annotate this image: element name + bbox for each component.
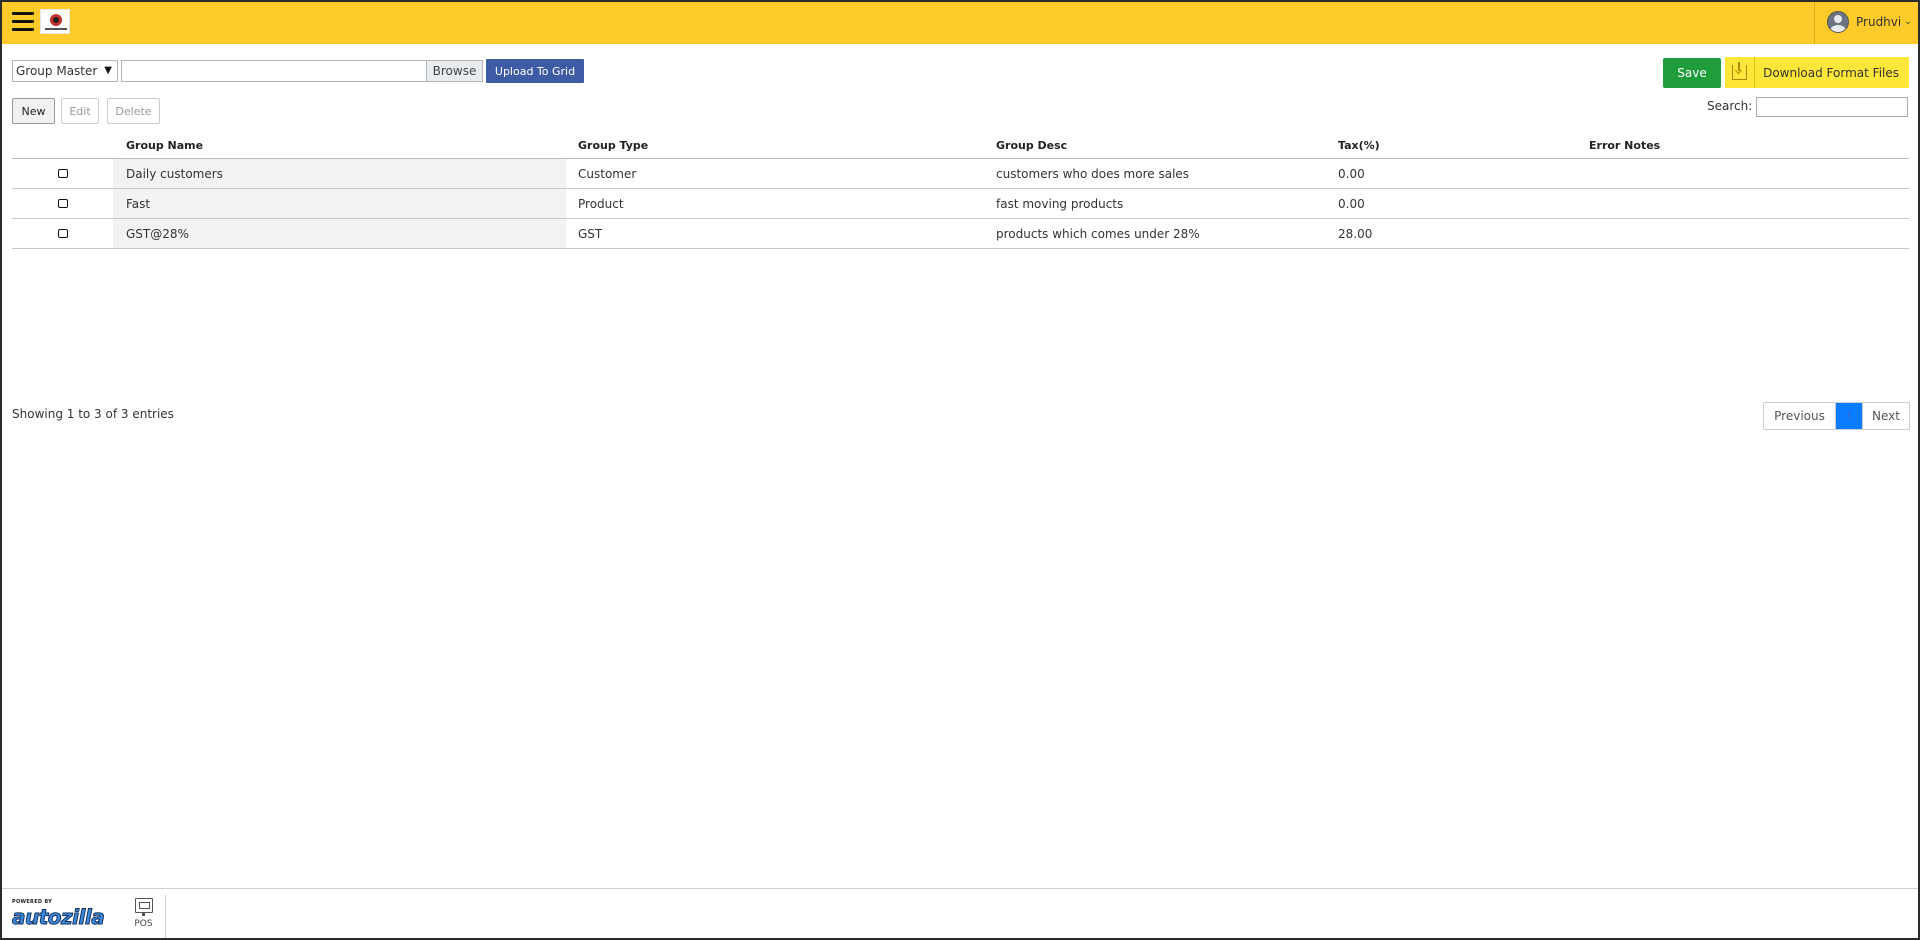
group-select-value: Group Master [16, 64, 98, 78]
file-path-input[interactable] [121, 60, 427, 82]
pagination-next[interactable]: Next [1862, 403, 1909, 429]
avatar [1827, 11, 1849, 33]
cell-group-type: GST [578, 226, 603, 241]
cell-group-type: Customer [578, 166, 637, 181]
row-checkbox-cell [12, 159, 113, 188]
new-button[interactable]: New [12, 98, 55, 124]
cell-group-desc: customers who does more sales [996, 166, 1190, 181]
download-icon [1732, 62, 1747, 80]
top-header: Prudhvi ⌄ [0, 0, 1920, 44]
row-checkbox-cell [12, 189, 113, 218]
pos-app-link[interactable]: POS [122, 895, 166, 939]
table-header-row: Group Name Group Type Group Desc Tax(%) … [12, 132, 1909, 159]
table-row[interactable]: Fast Product fast moving products 0.00 [12, 189, 1909, 219]
row-checkbox[interactable] [57, 229, 68, 238]
table-row[interactable]: GST@28% GST products which comes under 2… [12, 219, 1909, 249]
search-label: Search: [1707, 99, 1753, 113]
cell-group-name: GST@28% [113, 219, 566, 248]
powered-by-logo: POWERED BY autozilla [11, 899, 105, 933]
upload-to-grid-button[interactable]: Upload To Grid [486, 59, 584, 83]
delete-button[interactable]: Delete [107, 98, 160, 124]
cell-group-name: Fast [113, 189, 566, 218]
cell-error-notes [1577, 189, 1909, 218]
brand-wordmark: autozilla [11, 905, 105, 930]
download-format-files-button[interactable]: Download Format Files [1725, 57, 1909, 88]
footer-bar: POWERED BY autozilla POS [0, 888, 1920, 940]
pagination-page-1[interactable]: 1 [1836, 403, 1862, 429]
table-row[interactable]: Daily customers Customer customers who d… [12, 159, 1909, 189]
cell-error-notes [1577, 219, 1909, 248]
save-button[interactable]: Save [1663, 58, 1721, 88]
group-master-select[interactable]: Group Master ▼ [12, 60, 118, 82]
pos-icon [134, 898, 153, 916]
row-checkbox[interactable] [57, 169, 68, 178]
column-header-tax[interactable]: Tax(%) [1326, 132, 1577, 158]
user-menu[interactable]: Prudhvi ⌄ [1814, 0, 1920, 44]
entries-info: Showing 1 to 3 of 3 entries [12, 407, 174, 421]
cell-tax: 0.00 [1338, 166, 1365, 181]
column-header-error-notes[interactable]: Error Notes [1577, 132, 1909, 158]
chevron-down-icon: ⌄ [1904, 17, 1912, 27]
cell-group-desc: fast moving products [996, 196, 1124, 211]
cell-group-desc: products which comes under 28% [996, 226, 1200, 241]
search-input[interactable] [1756, 97, 1908, 117]
pagination-previous[interactable]: Previous [1764, 403, 1836, 429]
row-checkbox[interactable] [57, 199, 68, 208]
edit-button[interactable]: Edit [61, 98, 99, 124]
chevron-down-icon: ▼ [104, 65, 112, 76]
cell-tax: 28.00 [1338, 226, 1373, 241]
cell-group-name: Daily customers [113, 159, 566, 188]
column-header-group-desc[interactable]: Group Desc [984, 132, 1326, 158]
column-header-group-name[interactable]: Group Name [113, 132, 566, 158]
company-logo[interactable] [40, 9, 70, 34]
pos-label: POS [134, 919, 153, 929]
pagination: Previous 1 Next [1763, 402, 1910, 430]
cell-group-type: Product [578, 196, 624, 211]
user-name: Prudhvi [1856, 15, 1902, 29]
cell-tax: 0.00 [1338, 196, 1365, 211]
cell-error-notes [1577, 159, 1909, 188]
download-icon-container [1725, 57, 1755, 88]
browse-button[interactable]: Browse [427, 60, 483, 82]
hamburger-menu-icon[interactable] [12, 12, 34, 32]
download-label: Download Format Files [1763, 65, 1899, 80]
row-checkbox-cell [12, 219, 113, 248]
group-table: Group Name Group Type Group Desc Tax(%) … [12, 132, 1909, 249]
column-header-group-type[interactable]: Group Type [566, 132, 984, 158]
column-header-select [12, 132, 113, 158]
